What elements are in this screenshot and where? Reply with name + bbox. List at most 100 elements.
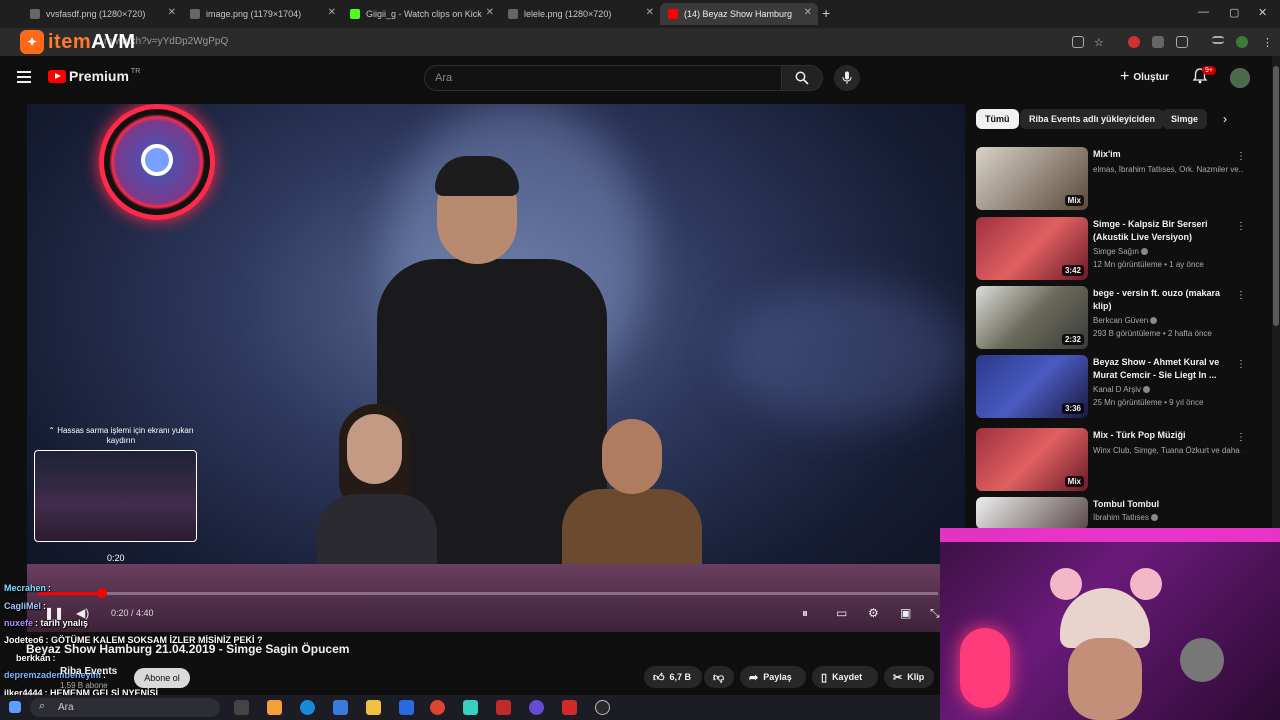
clip-button[interactable]: ✂ Klip <box>884 666 934 688</box>
close-tab-icon[interactable]: ✕ <box>804 7 812 18</box>
mail-icon[interactable] <box>399 700 414 715</box>
create-button[interactable]: + Oluştur <box>1120 68 1169 86</box>
channel-name[interactable]: Kanal D Arşiv <box>1093 384 1243 396</box>
controller-icon: ✦ <box>20 30 44 54</box>
more-options-icon[interactable]: ⋮ <box>1236 359 1246 370</box>
edge-icon[interactable] <box>300 700 315 715</box>
browser-tab[interactable]: image.png (1179×1704) ✕ <box>182 3 342 25</box>
channel-name[interactable]: Simge Sağın <box>1093 246 1243 258</box>
extension-icon[interactable] <box>1152 36 1164 48</box>
close-window-button[interactable]: ✕ <box>1258 6 1267 19</box>
settings-gear-icon[interactable]: ⚙ <box>868 606 879 620</box>
close-tab-icon[interactable]: ✕ <box>486 7 494 18</box>
tab-title: vvsfasdf.png (1280×720) <box>46 9 146 19</box>
more-options-icon[interactable]: ⋮ <box>1236 290 1246 301</box>
browser-tab[interactable]: vvsfasdf.png (1280×720) ✕ <box>22 3 182 25</box>
discord-icon[interactable] <box>529 700 544 715</box>
channel-name[interactable]: İbrahim Tatlıses <box>1093 512 1243 524</box>
chip-simge[interactable]: Simge <box>1162 109 1208 129</box>
browser-tab[interactable]: lelele.png (1280×720) ✕ <box>500 3 660 25</box>
obs-icon[interactable] <box>595 700 610 715</box>
dislike-button[interactable]: 👎︎ <box>704 666 734 688</box>
progress-bar[interactable] <box>38 592 938 595</box>
more-options-icon[interactable]: ⋮ <box>1236 432 1246 443</box>
recommendation-item[interactable]: 3:36 Beyaz Show - Ahmet Kural ve Murat C… <box>976 355 1266 419</box>
progress-scrubber[interactable] <box>96 588 107 598</box>
duration-badge: 2:32 <box>1061 334 1084 345</box>
address-bar: m/watch?v=yYdDp2WgPpQ ☆ ⋮ <box>0 28 1280 56</box>
share-button[interactable]: ➦ Paylaş <box>740 666 806 688</box>
chrome-icon[interactable] <box>430 700 445 715</box>
cast-icon[interactable] <box>1072 36 1084 48</box>
search-box[interactable] <box>424 65 782 91</box>
video-player[interactable] <box>27 104 965 632</box>
microphone-icon <box>842 71 852 84</box>
close-tab-icon[interactable]: ✕ <box>328 7 336 18</box>
video-thumbnail[interactable]: 3:42 <box>976 217 1088 280</box>
close-tab-icon[interactable]: ✕ <box>168 7 176 18</box>
browser-tab[interactable]: Giigii_g - Watch clips on Kick ✕ <box>342 3 500 25</box>
copilot-icon[interactable] <box>267 700 282 715</box>
video-title[interactable]: Mix'im <box>1093 148 1233 161</box>
video-thumbnail[interactable]: 3:36 <box>976 355 1088 418</box>
video-thumbnail[interactable]: Mix <box>976 147 1088 210</box>
video-title[interactable]: bege - versin ft. ouzo (makara klip) <box>1093 287 1233 313</box>
app-icon[interactable] <box>562 700 577 715</box>
plus-icon: + <box>1120 68 1130 85</box>
search-input[interactable] <box>425 66 781 90</box>
search-button[interactable] <box>781 65 823 91</box>
video-title[interactable]: Simge - Kalpsiz Bir Serseri (Akustik Liv… <box>1093 218 1233 244</box>
more-options-icon[interactable]: ⋮ <box>1236 221 1246 232</box>
logo-word-b: AVM <box>91 30 136 53</box>
puzzle-icon[interactable] <box>1176 36 1188 48</box>
new-tab-button[interactable]: + <box>822 5 830 21</box>
fullscreen-icon[interactable]: ⤡ <box>930 606 940 621</box>
browser-tab-active[interactable]: (14) Beyaz Show Hamburg ✕ <box>660 3 818 25</box>
subscribe-button[interactable]: Abone ol <box>134 668 190 688</box>
video-title[interactable]: Beyaz Show - Ahmet Kural ve Murat Cemcir… <box>1093 356 1233 382</box>
profile-icon[interactable] <box>1236 36 1248 48</box>
miniplayer-icon[interactable]: ▣ <box>900 606 911 620</box>
maximize-button[interactable]: ▢ <box>1229 6 1239 19</box>
task-view-icon[interactable] <box>234 700 249 715</box>
channel-name[interactable]: Riba Events <box>60 666 117 677</box>
channel-name[interactable]: Berkcan Güven <box>1093 315 1243 327</box>
close-tab-icon[interactable]: ✕ <box>646 7 654 18</box>
video-title[interactable]: Tombul Tombul <box>1093 498 1233 511</box>
save-button[interactable]: ▯ Kaydet <box>812 666 878 688</box>
bookmark-star-icon[interactable]: ☆ <box>1094 36 1106 49</box>
minimize-button[interactable]: — <box>1198 6 1209 18</box>
extension-icon[interactable] <box>1128 36 1140 48</box>
store-icon[interactable] <box>333 700 348 715</box>
more-options-icon[interactable]: ⋮ <box>1236 151 1246 162</box>
recommendation-item[interactable]: Mix Mix'im elmas, İbrahim Tatlıses, Ork.… <box>976 147 1266 211</box>
time-display: 0:20 / 4:40 <box>111 608 154 618</box>
recommendation-item[interactable]: 2:32 bege - versin ft. ouzo (makara klip… <box>976 286 1266 350</box>
video-title[interactable]: Mix - Türk Pop Müziği <box>1093 429 1233 442</box>
taskbar-search[interactable]: ⌕ Ara <box>30 698 220 717</box>
chip-all[interactable]: Tümü <box>976 109 1019 129</box>
menu-icon[interactable] <box>17 71 31 86</box>
app-icon[interactable] <box>496 700 511 715</box>
video-thumbnail[interactable]: 2:32 <box>976 286 1088 349</box>
youtube-logo[interactable]: Premium TR <box>48 68 140 84</box>
account-avatar[interactable] <box>1230 68 1250 88</box>
like-button[interactable]: 👍︎ 6,7 B <box>644 666 702 688</box>
file-explorer-icon[interactable] <box>366 700 381 715</box>
thumbs-up-icon: 👍︎ <box>653 671 665 684</box>
chevron-right-icon[interactable]: › <box>1223 112 1227 126</box>
video-thumbnail[interactable]: Mix <box>976 428 1088 491</box>
video-thumbnail[interactable] <box>976 497 1088 529</box>
app-icon[interactable] <box>463 700 478 715</box>
media-icon[interactable] <box>1212 36 1224 44</box>
voice-search-button[interactable] <box>834 65 860 91</box>
subtitles-icon[interactable]: ▭ <box>836 606 847 620</box>
more-icon[interactable]: ⋮ <box>1262 36 1274 49</box>
recommendation-item[interactable]: Mix Mix - Türk Pop Müziği Winx Club, Sim… <box>976 428 1266 492</box>
thumbs-down-icon: 👎︎ <box>713 671 725 684</box>
windows-start-icon[interactable] <box>9 701 21 713</box>
video-meta: Winx Club, Simge, Tuana Özkurt ve daha .… <box>1093 446 1243 455</box>
autoplay-toggle-icon[interactable]: ⏸ <box>802 606 808 621</box>
recommendation-item[interactable]: 3:42 Simge - Kalpsiz Bir Serseri (Akusti… <box>976 217 1266 281</box>
chip-uploader[interactable]: Riba Events adlı yükleyiciden <box>1020 109 1165 129</box>
